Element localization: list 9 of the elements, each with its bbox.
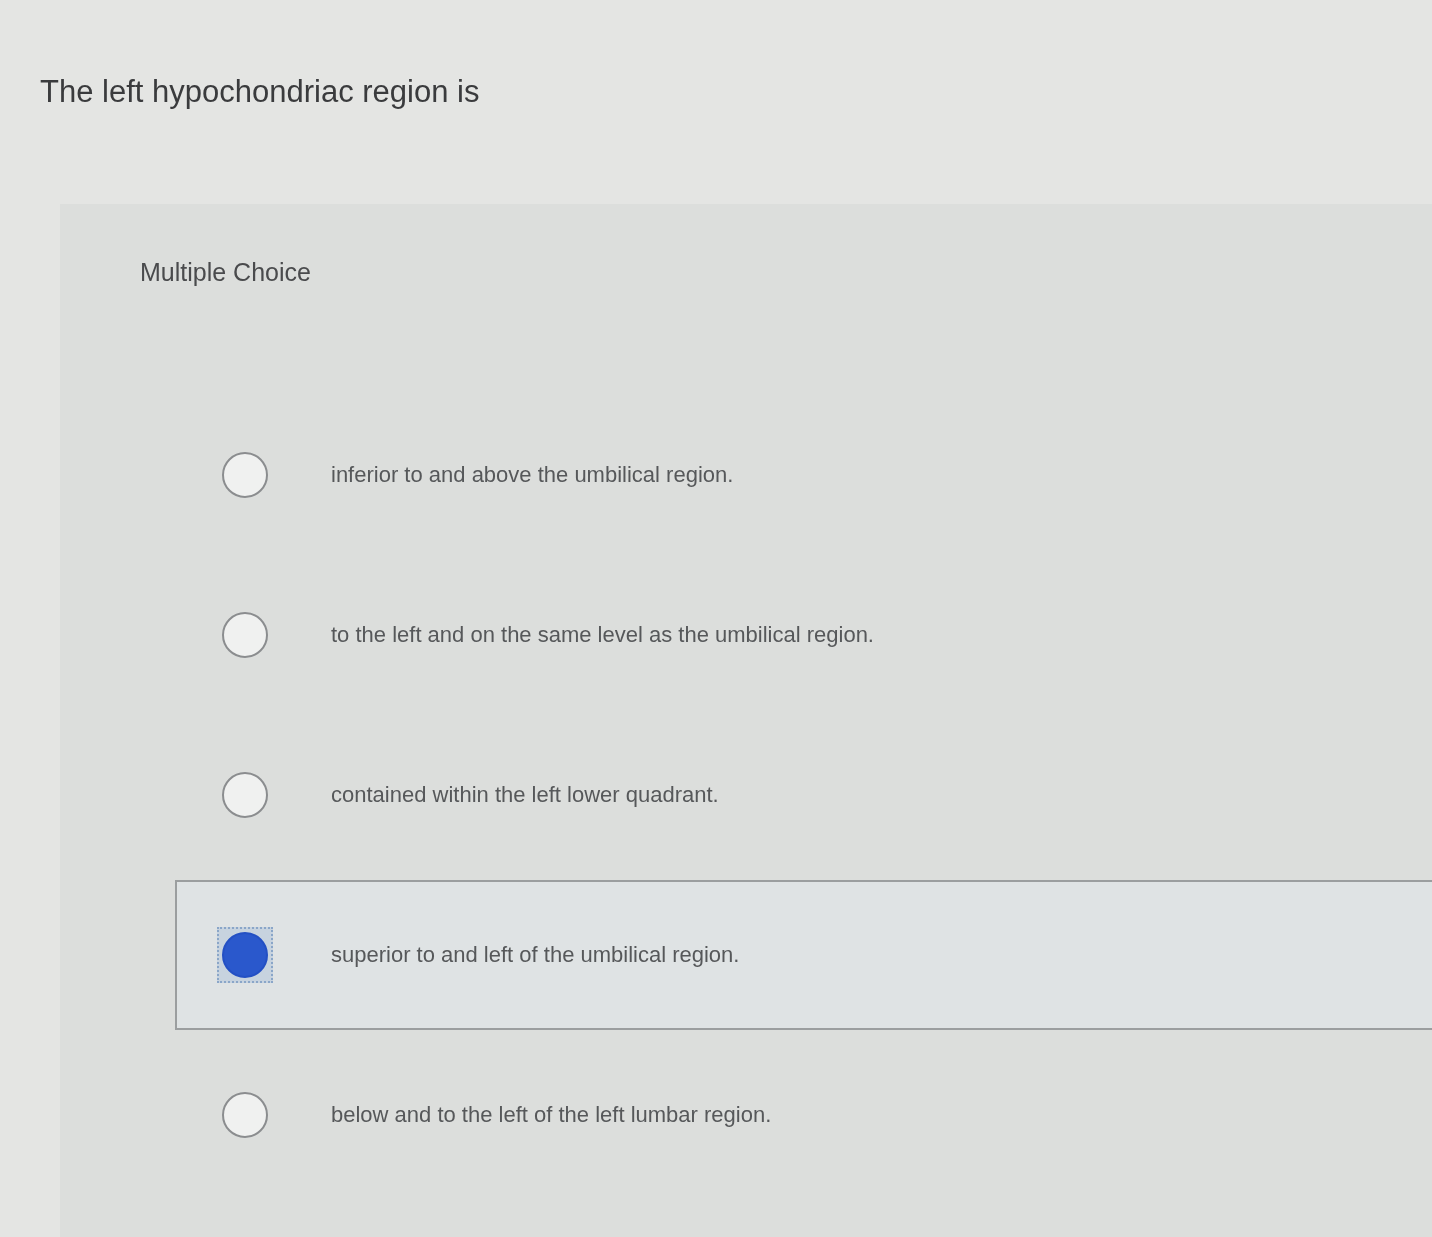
question-text: The left hypochondriac region is <box>40 73 480 111</box>
question-type-label: Multiple Choice <box>140 257 311 288</box>
option-text: below and to the left of the left lumbar region. <box>331 1101 772 1129</box>
selected-option-frame[interactable]: superior to and left of the umbilical region. <box>175 880 1432 1030</box>
option-text: contained within the left lower quadrant. <box>331 781 719 809</box>
option-text: superior to and left of the umbilical region. <box>331 941 740 969</box>
radio-button[interactable] <box>217 927 273 983</box>
option-text: inferior to and above the umbilical region. <box>331 461 734 489</box>
option-text: to the left and on the same level as the umbilical region. <box>331 621 874 649</box>
